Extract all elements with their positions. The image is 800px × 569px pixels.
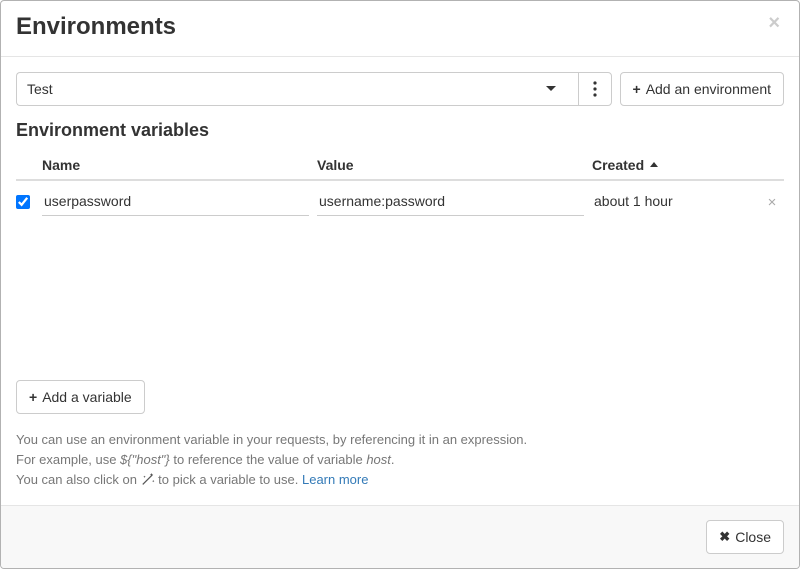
help-text: You can use an environment variable in y… [16,430,784,490]
col-value[interactable]: Value [317,157,584,173]
close-button[interactable]: ✖ Close [706,520,784,554]
add-environment-button[interactable]: + Add an environment [620,72,785,106]
help-line-1: You can use an environment variable in y… [16,430,784,450]
col-created-label: Created [592,157,644,173]
add-environment-label: Add an environment [646,81,771,97]
environments-modal: Environments × Test + [0,0,800,569]
table-header: Name Value Created [16,151,784,181]
modal-title: Environments [16,13,764,42]
learn-more-link[interactable]: Learn more [302,472,368,487]
plus-icon: + [29,390,37,404]
col-name[interactable]: Name [42,157,309,173]
magic-wand-icon [141,473,155,487]
row-enabled-checkbox[interactable] [16,195,30,209]
kebab-icon [593,81,597,97]
modal-body: Test + Add an environment Environment va… [1,57,799,505]
env-toolbar: Test + Add an environment [16,72,784,106]
variables-heading: Environment variables [16,120,784,141]
add-variable-button[interactable]: + Add a variable [16,380,145,414]
flex-spacer [16,220,784,372]
variables-table: Name Value Created about 1 hour × [16,151,784,220]
plus-icon: + [633,82,641,96]
close-icon[interactable]: × [764,13,784,33]
x-icon: ✖ [719,529,730,545]
environment-select[interactable]: Test [16,72,578,106]
variable-name-input[interactable] [42,189,309,216]
help-line-3: You can also click on to pick a variable… [16,470,784,490]
delete-row-button[interactable]: × [760,193,784,212]
help-line-2: For example, use ${"host"} to reference … [16,450,784,470]
close-button-label: Close [735,529,771,545]
col-created[interactable]: Created [592,157,752,173]
add-variable-label: Add a variable [42,389,132,405]
variable-created: about 1 hour [592,189,752,215]
modal-header: Environments × [1,1,799,57]
env-select-group: Test [16,72,612,106]
variable-value-input[interactable] [317,189,584,216]
table-row: about 1 hour × [16,181,784,220]
sort-asc-icon [650,162,658,167]
environment-select-value: Test [27,81,53,97]
environment-actions-button[interactable] [578,72,612,106]
caret-down-icon [546,86,556,91]
close-small-icon: × [768,194,777,211]
modal-footer: ✖ Close [1,505,799,568]
